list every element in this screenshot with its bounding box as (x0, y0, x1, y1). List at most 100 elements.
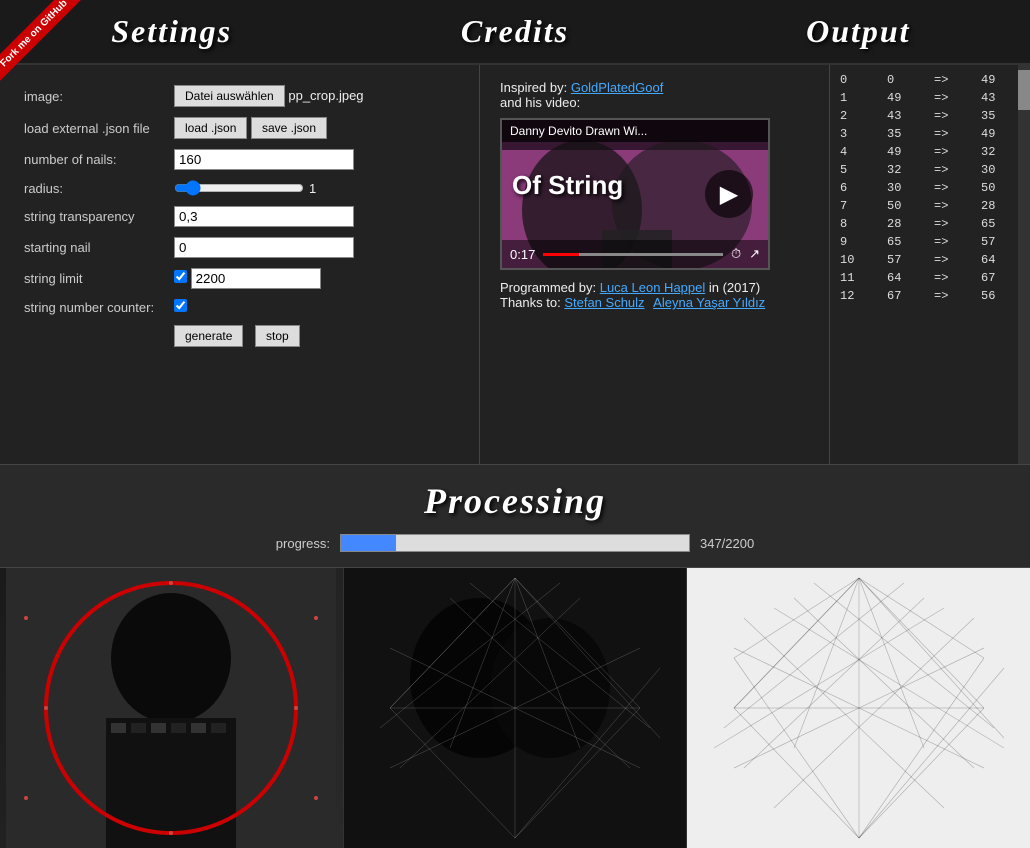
row-to: 28 (978, 198, 1023, 214)
row-to: 65 (978, 216, 1023, 232)
row-from: 65 (884, 234, 929, 250)
row-arrow: => (931, 126, 976, 142)
row-to: 30 (978, 162, 1023, 178)
table-row: 4 49 => 32 (837, 144, 1023, 160)
row-to: 49 (978, 72, 1023, 88)
save-json-button[interactable]: save .json (251, 117, 327, 139)
json-label: load external .json file (20, 112, 170, 144)
stop-button[interactable]: stop (255, 325, 300, 347)
counter-checkbox[interactable] (174, 299, 187, 312)
table-row: 3 35 => 49 (837, 126, 1023, 142)
row-arrow: => (931, 108, 976, 124)
string-limit-checkbox[interactable] (174, 270, 187, 283)
row-index: 7 (837, 198, 882, 214)
progress-row: progress: 347/2200 (0, 534, 1030, 552)
table-row: 7 50 => 28 (837, 198, 1023, 214)
row-arrow: => (931, 270, 976, 286)
row-index: 12 (837, 288, 882, 304)
original-preview (0, 568, 344, 848)
radius-row: radius: 1 (20, 175, 459, 201)
processing-section: Processing progress: 347/2200 (0, 465, 1030, 568)
counter-label: string number counter: (20, 294, 170, 320)
thanks-text: Thanks to: Stefan Schulz Aleyna Yaşar Yı… (500, 295, 809, 310)
credits-panel: Inspired by: GoldPlatedGoof and his vide… (480, 65, 830, 464)
thanks-link-2[interactable]: Aleyna Yaşar Yıldız (653, 295, 765, 310)
table-row: 0 0 => 49 (837, 72, 1023, 88)
string-art-light-preview (687, 568, 1030, 848)
video-share-icon[interactable]: ↗ (749, 246, 760, 262)
starting-nail-label: starting nail (20, 232, 170, 263)
row-from: 64 (884, 270, 929, 286)
row-index: 4 (837, 144, 882, 160)
row-index: 9 (837, 234, 882, 250)
row-from: 43 (884, 108, 929, 124)
row-from: 50 (884, 198, 929, 214)
load-json-button[interactable]: load .json (174, 117, 247, 139)
row-arrow: => (931, 234, 976, 250)
starting-nail-row: starting nail 0 (20, 232, 459, 263)
row-arrow: => (931, 252, 976, 268)
row-to: 50 (978, 180, 1023, 196)
github-link[interactable]: Fork me on GitHub (0, 0, 83, 83)
row-arrow: => (931, 90, 976, 106)
processing-title: Processing (0, 480, 1030, 522)
video-thumbnail[interactable]: Danny Devito Drawn Wi... Of String ▶ 0:1… (500, 118, 770, 270)
progress-label: progress: (276, 536, 330, 551)
nails-input[interactable]: 160 (174, 149, 354, 170)
table-row: 2 43 => 35 (837, 108, 1023, 124)
and-his-video-text: and his video: (500, 95, 809, 110)
row-from: 67 (884, 288, 929, 304)
table-row: 11 64 => 67 (837, 270, 1023, 286)
row-from: 28 (884, 216, 929, 232)
string-art-dark-svg (350, 568, 680, 848)
file-choose-button[interactable]: Datei auswählen (174, 85, 285, 107)
inspired-link[interactable]: GoldPlatedGoof (571, 80, 664, 95)
action-row: generate stop (20, 320, 459, 352)
output-table: 0 0 => 49 1 49 => 43 2 43 => 35 3 35 => … (835, 70, 1025, 306)
output-scrollbar[interactable] (1018, 65, 1030, 464)
canvas-row (0, 568, 1030, 848)
row-index: 6 (837, 180, 882, 196)
programmer-link[interactable]: Luca Leon Happel (600, 280, 706, 295)
starting-nail-input[interactable]: 0 (174, 237, 354, 258)
row-arrow: => (931, 162, 976, 178)
nails-row: number of nails: 160 (20, 144, 459, 175)
github-ribbon[interactable]: Fork me on GitHub (0, 0, 90, 90)
output-scrollbar-thumb (1018, 70, 1030, 110)
row-arrow: => (931, 144, 976, 160)
row-arrow: => (931, 180, 976, 196)
row-to: 64 (978, 252, 1023, 268)
table-row: 10 57 => 64 (837, 252, 1023, 268)
thanks-link-1[interactable]: Stefan Schulz (564, 295, 644, 310)
video-progress-bar[interactable] (543, 253, 723, 256)
settings-panel: image: Datei auswählen pp_crop.jpeg load… (0, 65, 480, 464)
video-title: Danny Devito Drawn Wi... (502, 120, 768, 142)
video-time: 0:17 (510, 247, 535, 262)
row-index: 11 (837, 270, 882, 286)
row-from: 35 (884, 126, 929, 142)
generate-button[interactable]: generate (174, 325, 243, 347)
radius-label: radius: (20, 175, 170, 201)
row-from: 49 (884, 144, 929, 160)
string-art-dark-preview (344, 568, 688, 848)
output-panel: 0 0 => 49 1 49 => 43 2 43 => 35 3 35 => … (830, 65, 1030, 464)
video-clock-icon: ⏱ (731, 246, 741, 262)
transparency-input[interactable]: 0,3 (174, 206, 354, 227)
tab-credits[interactable]: Credits (343, 3, 686, 60)
string-limit-label: string limit (20, 263, 170, 294)
string-limit-input[interactable]: 2200 (191, 268, 321, 289)
video-play-button[interactable]: ▶ (705, 170, 753, 218)
row-index: 3 (837, 126, 882, 142)
tab-output[interactable]: Output (687, 3, 1030, 60)
video-controls: 0:17 ⏱ ↗ (502, 240, 768, 268)
progress-bar-fill (341, 535, 396, 551)
radius-value: 1 (309, 181, 316, 196)
row-index: 1 (837, 90, 882, 106)
table-row: 1 49 => 43 (837, 90, 1023, 106)
row-index: 8 (837, 216, 882, 232)
programmed-by-text: Programmed by: Luca Leon Happel in (2017… (500, 280, 809, 295)
row-from: 30 (884, 180, 929, 196)
radius-slider[interactable] (174, 180, 304, 196)
row-to: 56 (978, 288, 1023, 304)
row-index: 5 (837, 162, 882, 178)
